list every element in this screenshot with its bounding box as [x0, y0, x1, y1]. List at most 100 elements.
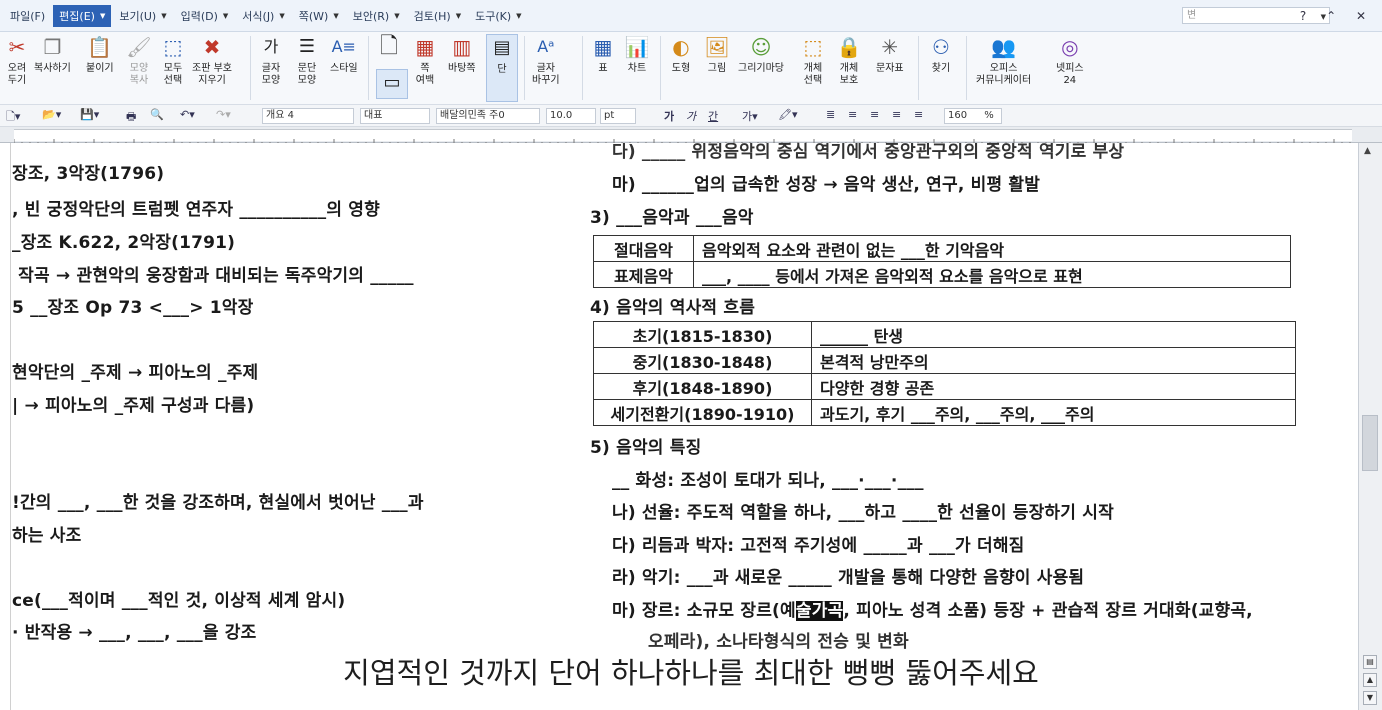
table-cell[interactable]: 후기(1848-1890) — [593, 373, 812, 400]
section-heading-3: 3) ___음악과 ___음악 — [590, 208, 754, 228]
paste-button[interactable]: 📋 붙이기 — [86, 34, 114, 75]
menu-item[interactable]: 편집(E) ▼ — [53, 4, 112, 27]
table-cell[interactable]: 과도기, 후기 ___주의, ___주의, ___주의 — [811, 399, 1296, 426]
next-page-icon[interactable]: ▼ — [1363, 691, 1377, 705]
cut-button[interactable]: ✂ 오려 두기 — [4, 34, 30, 87]
table-cell[interactable]: 음악외적 요소와 관련이 없는 ___한 기악음악 — [693, 235, 1291, 262]
menu-search-text: 변 — [1187, 10, 1197, 21]
menu-item[interactable]: 검토(H) ▼ — [408, 5, 468, 27]
chart-button[interactable]: 📊 차트 — [624, 34, 650, 75]
align-right-icon[interactable]: ≡ — [892, 108, 901, 121]
window-controls[interactable]: ? ⌃ ✕ — [1300, 9, 1374, 23]
picture-button[interactable]: 🖼 그림 — [704, 34, 730, 75]
table-button[interactable]: ▦ 표 — [590, 34, 616, 75]
italic-icon[interactable]: 가 — [686, 108, 696, 124]
menu-item-label: 편집(E) — [59, 9, 95, 23]
print-icon[interactable]: 🖶 — [126, 108, 136, 127]
table-cell[interactable]: ___, ____ 등에서 가져온 음악외적 요소를 음악으로 표현 — [693, 261, 1291, 288]
doc-line-ga: __ 화성: 조성이 토대가 되나, ___·___·___ — [612, 471, 924, 491]
page-margin-button[interactable]: ▦ 쪽 여백 — [412, 34, 438, 87]
font-type-select[interactable]: 대표 — [360, 108, 430, 124]
table-cell[interactable]: 본격적 낭만주의 — [811, 347, 1296, 374]
underline-icon[interactable]: 간 — [708, 108, 718, 124]
document-page[interactable]: 장조, 3악장(1796) , 빈 궁정악단의 트럼펫 연주자 _________… — [0, 143, 1358, 710]
menu-item[interactable]: 서식(J) ▼ — [236, 5, 290, 27]
table-cell[interactable]: 다양한 경향 공존 — [811, 373, 1296, 400]
open-folder-icon[interactable]: 📂▾ — [42, 108, 61, 121]
strike-icon[interactable]: 가▾ — [742, 108, 758, 124]
page-orientation-button[interactable]: ▭ — [376, 69, 408, 99]
table-cell[interactable]: 절대음악 — [593, 235, 694, 262]
style-select-value: 개요 4 — [266, 110, 294, 121]
vertical-scrollbar[interactable]: ▲ ▤ ▲ ▼ — [1358, 143, 1382, 710]
doc-line: 현악단의 _주제 → 피아노의 _주제 — [12, 363, 259, 383]
drawing-button[interactable]: ☺ 그리기마당 — [738, 34, 784, 75]
table-cell[interactable]: 중기(1830-1848) — [593, 347, 812, 374]
char-shape-button[interactable]: 가 글자 모양 — [258, 34, 284, 87]
selected-text[interactable]: 술가곡 — [795, 601, 844, 621]
menu-item[interactable]: 입력(D) ▼ — [175, 5, 235, 27]
new-doc-icon[interactable]: 🗋▾ — [6, 108, 20, 127]
preview-icon[interactable]: 🔍 — [150, 108, 164, 121]
format-copy-button[interactable]: 🖌 모양 복사 — [126, 34, 152, 87]
style-select[interactable]: 개요 4 — [262, 108, 354, 124]
select-object-icon: ⬚ — [803, 35, 823, 59]
scroll-up-icon[interactable]: ▲ — [1364, 146, 1371, 156]
chevron-down-icon: ▼ — [455, 11, 462, 20]
menu-item[interactable]: 도구(K) ▼ — [469, 5, 527, 27]
save-icon[interactable]: 💾▾ — [80, 108, 99, 121]
object-select-button[interactable]: ⬚ 개체 선택 — [800, 34, 826, 87]
font-name-select[interactable]: 배달의민족 주0 — [436, 108, 540, 124]
doc-line: _장조 K.622, 2악장(1791) — [12, 233, 236, 253]
horizontal-ruler[interactable] — [0, 127, 1382, 145]
redo-icon[interactable]: ↷▾ — [216, 108, 231, 121]
menu-item-label: 보기(U) — [119, 9, 157, 23]
ribbon-toolbar: ✂ 오려 두기 ❐ 복사하기 📋 붙이기 🖌 모양 복사 ⬚ 모두 선택 ✖ 조… — [0, 32, 1382, 105]
menu-item[interactable]: 보기(U) ▼ — [113, 5, 172, 27]
scroll-thumb[interactable] — [1362, 415, 1378, 471]
music-history-table: 초기(1815-1830) ______ 탄생 중기(1830-1848) 본격적 낭… — [593, 321, 1296, 426]
style-button[interactable]: A≡ 스타일 — [330, 34, 358, 75]
menu-item[interactable]: 보안(R) ▼ — [347, 5, 406, 27]
undo-icon[interactable]: ↶▾ — [180, 108, 195, 121]
align-justify-icon[interactable]: ≣ — [826, 108, 835, 121]
section-heading-4: 4) 음악의 역사적 흐름 — [590, 298, 756, 318]
menu-item[interactable]: 쪽(W) ▼ — [293, 5, 345, 27]
font-unit-select[interactable]: pt — [600, 108, 636, 124]
netfice-label: 넷피스 24 — [1056, 63, 1084, 86]
doc-line: 장조, 3악장(1796) — [12, 164, 165, 184]
symbol-button[interactable]: ✳ 문자표 — [876, 34, 904, 75]
char-convert-button[interactable]: Aᵃ 글자 바꾸기 — [532, 34, 560, 87]
copy-label: 복사하기 — [34, 63, 71, 74]
menu-item-label: 서식(J) — [242, 9, 275, 23]
select-all-button[interactable]: ⬚ 모두 선택 — [160, 34, 186, 87]
align-left-icon[interactable]: ≡ — [848, 108, 857, 121]
background-page-button[interactable]: ▥ 바탕쪽 — [448, 34, 476, 75]
table-cell[interactable]: 초기(1815-1830) — [593, 321, 812, 348]
find-button[interactable]: ⚇ 찾기 — [928, 34, 954, 75]
font-name-value: 배달의민족 주0 — [440, 110, 505, 121]
clear-format-button[interactable]: ✖ 조판 부호 지우기 — [192, 34, 232, 87]
font-size-field[interactable]: 10.0 — [546, 108, 596, 124]
copy-button[interactable]: ❐ 복사하기 — [34, 34, 71, 75]
zoom-field[interactable]: 160 % — [944, 108, 1002, 124]
align-center-icon[interactable]: ≡ — [870, 108, 879, 121]
shape-button[interactable]: ◐ 도형 — [668, 34, 694, 75]
table-cell[interactable]: 표제음악 — [593, 261, 694, 288]
bold-icon[interactable]: 가 — [664, 108, 674, 124]
doc-line-partial-top: 다) _____ 위정음악의 중심 역기에서 중앙관구외의 중앙적 역기로 부상 — [612, 143, 1125, 162]
page-margin-label: 쪽 여백 — [415, 63, 435, 86]
align-distribute-icon[interactable]: ≡ — [914, 108, 923, 121]
netfice-button[interactable]: ◎ 넷피스 24 — [1056, 34, 1084, 87]
table-cell[interactable]: 세기전환기(1890-1910) — [593, 399, 812, 426]
style-icon: A≡ — [331, 37, 356, 56]
columns-button[interactable]: ▤ 단 — [486, 34, 518, 102]
menu-item[interactable]: 파일(F) — [4, 5, 51, 27]
table-cell[interactable]: ______ 탄생 — [811, 321, 1296, 348]
page-button[interactable]: 🗋 — [376, 34, 402, 63]
object-protect-button[interactable]: 🔒 개체 보호 — [836, 34, 862, 87]
office-communicator-button[interactable]: 👥 오피스 커뮤니케이터 — [976, 34, 1031, 87]
para-shape-button[interactable]: ☰ 문단 모양 — [294, 34, 320, 87]
shape-label: 도형 — [671, 63, 691, 74]
text-color-icon[interactable]: 🖍▾ — [778, 108, 798, 121]
